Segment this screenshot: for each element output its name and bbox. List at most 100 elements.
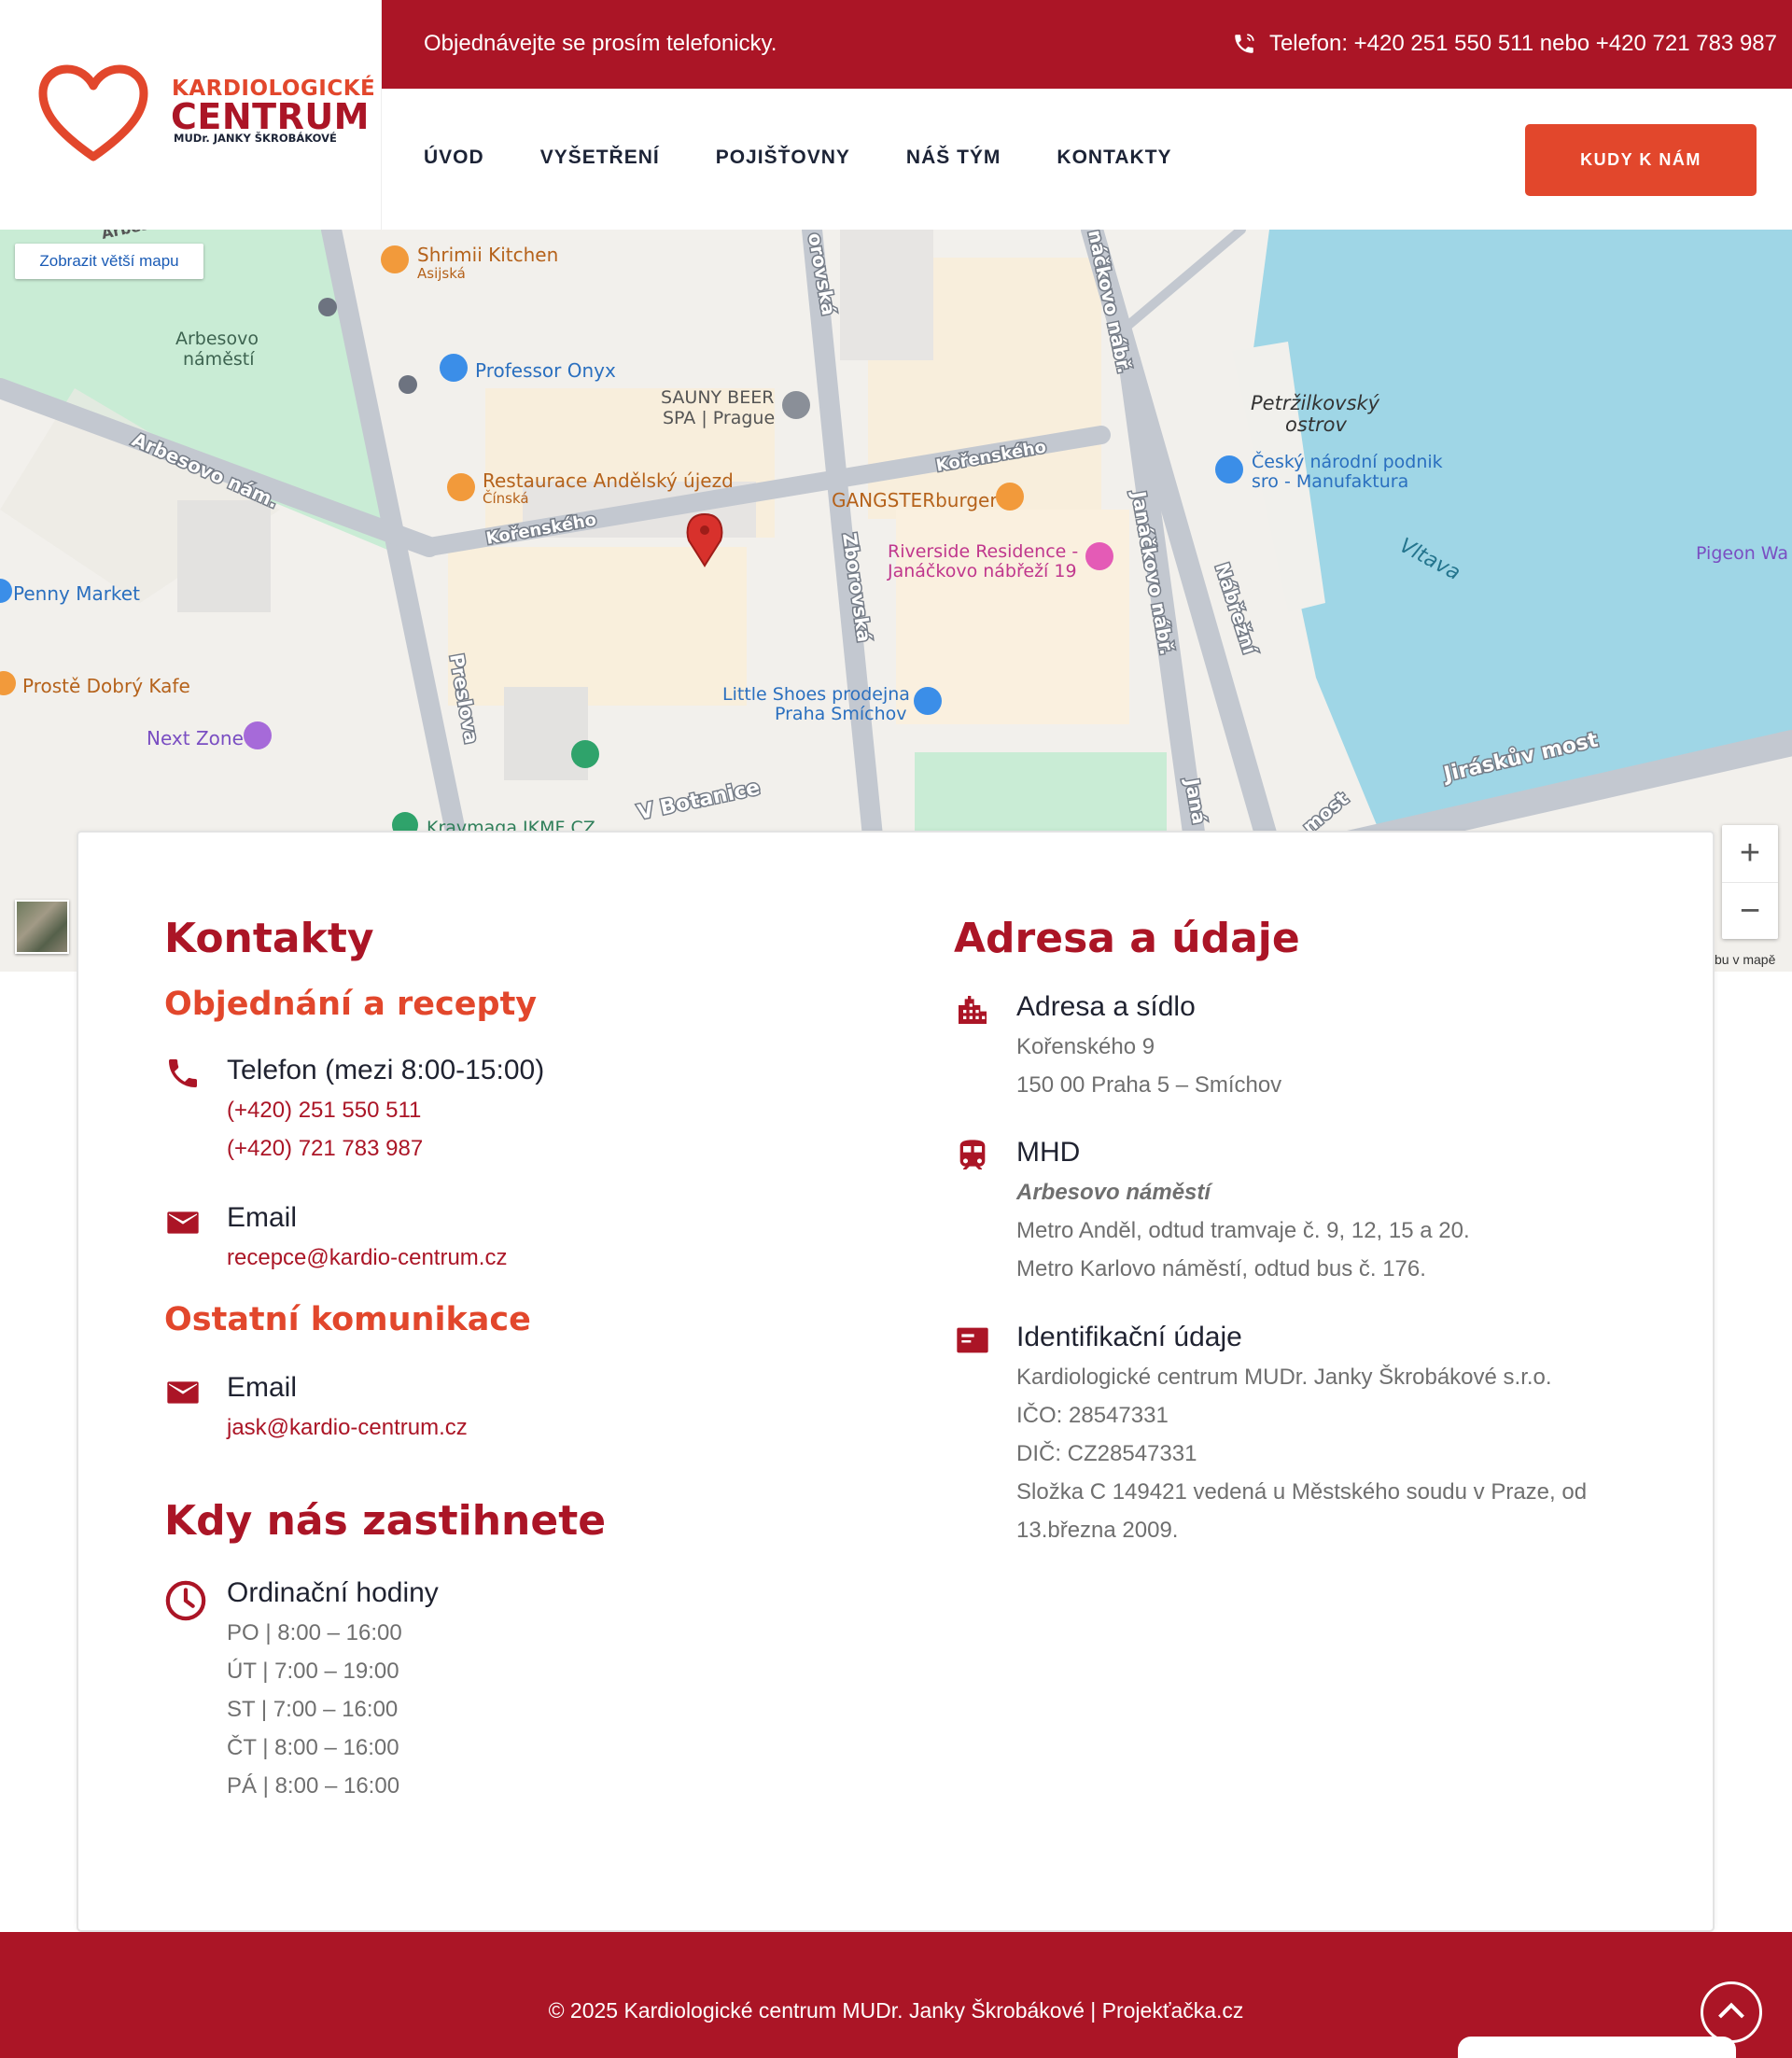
nav-item-uvod[interactable]: ÚVOD (424, 147, 484, 169)
map-label-petrzilkovsky1: Petržilkovský (1251, 392, 1380, 414)
ident-ico: IČO: 28547331 (1016, 1403, 1169, 1428)
scroll-to-top-button[interactable] (1701, 1981, 1762, 2043)
phone-item: Telefon (mezi 8:00-15:00) (+420) 251 550… (164, 1055, 818, 1167)
address-heading: Adresa a údaje (954, 915, 1300, 962)
restaurant-marker-icon[interactable] (996, 483, 1024, 511)
phone-icon (1235, 34, 1254, 53)
zoom-out-button[interactable]: − (1722, 883, 1778, 940)
email-icon (167, 1211, 199, 1234)
map-label-sauny2: SPA | Prague (663, 408, 775, 428)
top-bar: Objednávejte se prosím telefonicky. Tele… (382, 0, 1792, 89)
ident-register-date: 13.března 2009. (1016, 1518, 1179, 1543)
site-footer: © 2025 Kardiologické centrum MUDr. Janky… (0, 1932, 1792, 2058)
map-label-shrimii: Shrimii Kitchen (417, 244, 558, 266)
map-attribution[interactable]: ybu v mapě (1708, 952, 1775, 967)
hours-line-tue: ÚT | 7:00 – 19:00 (227, 1659, 399, 1684)
clock-icon (165, 1580, 206, 1621)
map-label-next-zone: Next Zone (147, 727, 244, 749)
bus-stop-icon[interactable] (318, 298, 337, 316)
shop-marker-icon[interactable] (1215, 455, 1243, 483)
id-card-icon (957, 1327, 988, 1353)
map-label-riverside2: Janáčkovo nábřeží 19 (887, 561, 1077, 581)
contact-card: Kontakty Objednání a recepty Telefon (me… (77, 831, 1715, 1932)
nav-item-kontakty[interactable]: KONTAKTY (1057, 147, 1171, 169)
ident-dic: DIČ: CZ28547331 (1016, 1441, 1197, 1466)
restaurant-marker-icon[interactable] (381, 245, 409, 273)
map-label-little1: Little Shoes prodejna (722, 684, 910, 705)
nav-item-vysetreni[interactable]: VYŠETŘENÍ (540, 147, 660, 169)
map-label-little2: Praha Smíchov (775, 704, 907, 724)
restaurant-marker-icon[interactable] (447, 473, 475, 501)
map-label-cesky1: Český národní podnik (1252, 450, 1443, 472)
transit-stop: Arbesovo náměstí (1016, 1180, 1211, 1205)
heart-logo-icon (38, 64, 148, 161)
ident-register: Složka C 149421 vedená u Městského soudu… (1016, 1479, 1588, 1505)
hours-title: Ordinační hodiny (227, 1577, 439, 1608)
park-marker-icon[interactable] (571, 740, 599, 768)
nav-item-nas-tym[interactable]: NÁŠ TÝM (906, 147, 1001, 169)
bus-stop-icon[interactable] (399, 375, 417, 394)
order-heading: Objednání a recepty (164, 986, 538, 1023)
satellite-toggle[interactable] (15, 900, 69, 954)
hours-line-fri: PÁ | 8:00 – 16:00 (227, 1773, 400, 1799)
chevron-up-icon (1718, 2002, 1744, 2019)
map-label-gangster: GANGSTERburger (832, 489, 998, 511)
map-label-restaurace-sub: Čínská (483, 489, 529, 507)
shop-marker-icon[interactable] (440, 354, 468, 382)
seat-street: Kořenského 9 (1016, 1034, 1155, 1059)
map-label-arbesovo-square2: náměstí (183, 349, 255, 370)
transit-item: MHD Arbesovo náměstí Metro Anděl, odtud … (954, 1137, 1663, 1286)
phone-icon (169, 1059, 197, 1087)
chat-widget-tab[interactable] (1458, 2037, 1736, 2058)
seat-title: Adresa a sídlo (1016, 991, 1196, 1022)
map-label-petrzilkovsky2: ostrov (1285, 413, 1348, 436)
map-label-sauny1: SAUNY BEER (661, 387, 774, 408)
directions-button[interactable]: KUDY K NÁM (1525, 124, 1757, 196)
phone-title: Telefon (mezi 8:00-15:00) (227, 1055, 545, 1085)
map-zoom-control: + − (1722, 825, 1778, 939)
transit-line-2: Metro Karlovo náměstí, odtud bus č. 176. (1016, 1256, 1426, 1281)
poi-marker-icon[interactable] (782, 391, 810, 419)
map-label-professor: Professor Onyx (475, 359, 616, 382)
tram-icon (959, 1140, 986, 1169)
contacts-heading: Kontakty (164, 915, 374, 962)
logo-line3: MUDr. JANKY ŠKROBÁKOVÉ (174, 132, 337, 145)
email-link[interactable]: recepce@kardio-centrum.cz (227, 1245, 507, 1271)
main-nav: ÚVOD VYŠETŘENÍ POJIŠŤOVNY NÁŠ TÝM KONTAK… (382, 89, 1792, 230)
building-icon (959, 996, 987, 1024)
footer-copyright[interactable]: © 2025 Kardiologické centrum MUDr. Janky… (0, 1998, 1792, 2023)
hours-line-mon: PO | 8:00 – 16:00 (227, 1620, 402, 1645)
topbar-phone[interactable]: Telefon: +420 251 550 511 nebo +420 721 … (1232, 31, 1777, 57)
topbar-phone-text: Telefon: +420 251 550 511 nebo +420 721 … (1268, 31, 1777, 56)
shop-marker-icon[interactable] (914, 687, 942, 715)
entertainment-marker-icon[interactable] (244, 721, 272, 749)
nav-item-pojistovny[interactable]: POJIŠŤOVNY (716, 147, 850, 169)
map-label-restaurace: Restaurace Andělský újezd (483, 469, 734, 492)
map-label-riverside1: Riverside Residence - (888, 541, 1078, 562)
hours-item: Ordinační hodiny PO | 8:00 – 16:00 ÚT | … (164, 1577, 818, 1801)
logo-area[interactable]: KARDIOLOGICKÉ CENTRUM MUDr. JANKY ŠKROBÁ… (0, 0, 382, 230)
phone-link-2[interactable]: (+420) 721 783 987 (227, 1136, 423, 1162)
order-notice: Objednávejte se prosím telefonicky. (424, 31, 777, 56)
map-label-pigeon: Pigeon Wa (1696, 543, 1788, 564)
zoom-in-button[interactable]: + (1722, 825, 1778, 882)
email-item: Email recepce@kardio-centrum.cz (164, 1202, 818, 1277)
transit-title: MHD (1016, 1137, 1081, 1168)
map-label-penny: Penny Market (13, 582, 140, 605)
ident-title: Identifikační údaje (1016, 1322, 1242, 1352)
email-title: Email (227, 1202, 298, 1233)
ident-company: Kardiologické centrum MUDr. Janky Škrobá… (1016, 1365, 1552, 1390)
transit-line-1: Metro Anděl, odtud tramvaje č. 9, 12, 15… (1016, 1218, 1470, 1243)
map-label-shrimii-sub: Asijská (417, 265, 466, 282)
ident-item: Identifikační údaje Kardiologické centru… (954, 1322, 1691, 1564)
hours-line-thu: ČT | 8:00 – 16:00 (227, 1735, 399, 1760)
map-label-cesky2: sro - Manufaktura (1252, 471, 1408, 492)
map-label-arbesovo-square: Arbesovo (175, 329, 259, 349)
hours-line-wed: ST | 7:00 – 16:00 (227, 1697, 399, 1722)
hotel-marker-icon[interactable] (1085, 542, 1113, 570)
email-icon (167, 1381, 199, 1404)
other-communication-heading: Ostatní komunikace (164, 1301, 531, 1338)
phone-link-1[interactable]: (+420) 251 550 511 (227, 1098, 421, 1124)
larger-map-button[interactable]: Zobrazit větší mapu (15, 244, 203, 279)
other-email-link[interactable]: jask@kardio-centrum.cz (227, 1415, 468, 1441)
